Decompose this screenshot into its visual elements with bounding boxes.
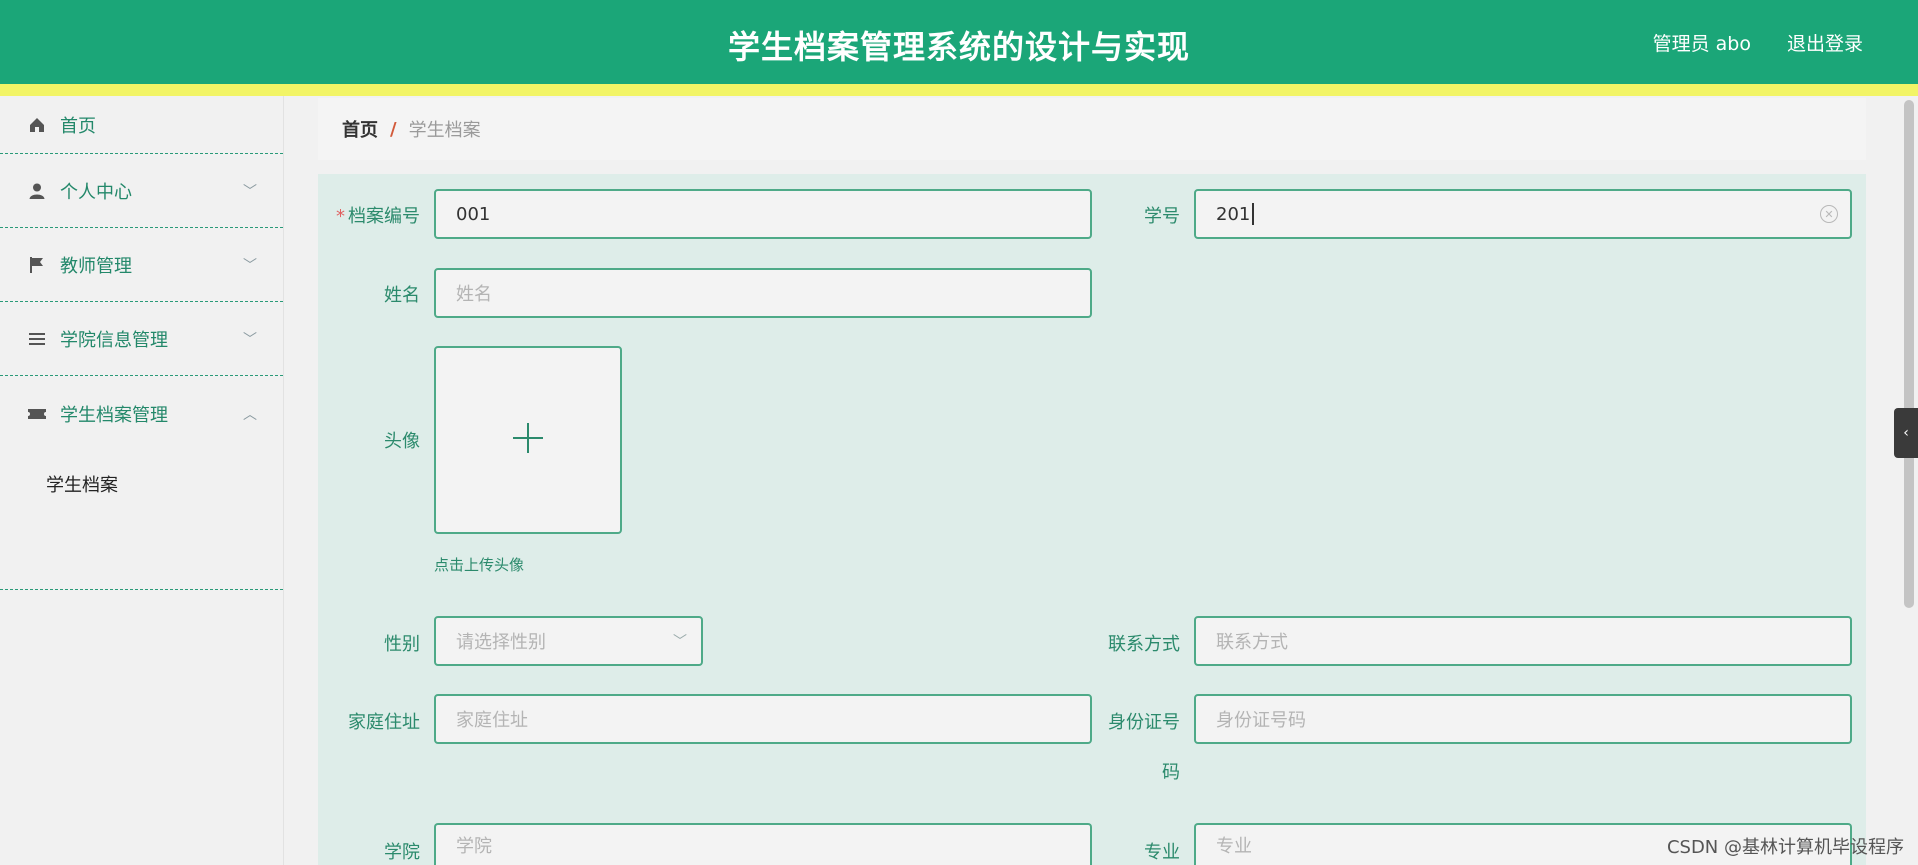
plus-icon	[511, 421, 545, 459]
address-placeholder: 家庭住址	[456, 710, 528, 731]
gender-select[interactable]: 请选择性别 ﹀	[434, 616, 703, 666]
list-icon	[26, 328, 48, 350]
college-input[interactable]: 学院	[434, 823, 1092, 865]
sidebar-item-label: 学院信息管理	[60, 329, 168, 351]
gender-label: 性别	[384, 634, 420, 655]
avatar-upload[interactable]	[434, 346, 622, 534]
panel-toggle-button[interactable]: ‹	[1894, 408, 1918, 458]
archive-no-input[interactable]: 001	[434, 189, 1092, 239]
address-label: 家庭住址	[348, 712, 420, 733]
student-no-label: 学号	[1144, 206, 1180, 227]
required-mark: *	[336, 206, 345, 227]
home-icon	[26, 114, 48, 136]
college-placeholder: 学院	[456, 836, 492, 857]
scrollbar-thumb[interactable]	[1904, 100, 1914, 608]
page-scrollbar[interactable]	[1900, 96, 1918, 865]
name-input[interactable]: 姓名	[434, 268, 1092, 318]
breadcrumb-home[interactable]: 首页	[342, 116, 378, 142]
archive-no-label-text: 档案编号	[348, 206, 420, 227]
current-user-label: 管理员 abo	[1652, 33, 1751, 55]
sidebar-item-home[interactable]: 首页	[0, 96, 283, 154]
ticket-icon	[26, 403, 48, 425]
name-placeholder: 姓名	[456, 284, 492, 305]
student-no-input[interactable]: 201 ✕	[1194, 189, 1852, 239]
chevron-down-icon: ﹀	[243, 183, 257, 200]
header-stripe	[0, 84, 1918, 96]
flag-icon	[26, 254, 48, 276]
id-card-input[interactable]: 身份证号码	[1194, 694, 1852, 744]
id-card-placeholder: 身份证号码	[1216, 710, 1306, 731]
archive-no-value: 001	[456, 203, 491, 225]
archive-no-label: * 档案编号	[310, 202, 420, 228]
breadcrumb-current: 学生档案	[408, 120, 481, 141]
name-label: 姓名	[384, 285, 420, 306]
student-no-value: 201	[1216, 203, 1251, 225]
id-card-label-wrap: 码	[1162, 762, 1180, 783]
major-label: 专业	[1144, 842, 1180, 863]
gender-placeholder: 请选择性别	[456, 632, 546, 653]
id-card-label: 身份证号	[1108, 712, 1180, 733]
sidebar-subitem-student-archive[interactable]: 学生档案	[0, 452, 283, 516]
top-header: 学生档案管理系统的设计与实现 管理员 abo 退出登录	[0, 0, 1918, 84]
address-input[interactable]: 家庭住址	[434, 694, 1092, 744]
text-cursor-icon	[1252, 203, 1255, 225]
app-title: 学生档案管理系统的设计与实现	[727, 28, 1190, 66]
sidebar-item-teachers[interactable]: 教师管理 ﹀	[0, 228, 283, 302]
sidebar: 首页 个人中心 ﹀ 教师管理 ﹀ 学院信息管理 ﹀ 学生档案管理 ︿ 学生档案	[0, 96, 284, 865]
major-placeholder: 专业	[1216, 836, 1252, 857]
watermark: CSDN @基林计算机毕设程序	[1666, 837, 1904, 858]
sidebar-item-label: 个人中心	[60, 181, 132, 203]
chevron-down-icon: ﹀	[673, 634, 687, 650]
logout-button[interactable]: 退出登录	[1787, 29, 1863, 56]
chevron-down-icon: ﹀	[243, 331, 257, 348]
chevron-down-icon: ﹀	[243, 257, 257, 274]
breadcrumb-separator: /	[390, 118, 397, 140]
sidebar-item-label: 首页	[60, 115, 96, 137]
breadcrumb: 首页 / 学生档案	[318, 98, 1866, 160]
sidebar-item-profile[interactable]: 个人中心 ﹀	[0, 154, 283, 228]
sidebar-item-student-archives[interactable]: 学生档案管理 ︿	[0, 376, 283, 452]
clear-icon[interactable]: ✕	[1820, 205, 1838, 223]
user-icon	[26, 180, 48, 202]
chevron-up-icon: ︿	[243, 407, 257, 423]
sidebar-item-college-info[interactable]: 学院信息管理 ﹀	[0, 302, 283, 376]
contact-placeholder: 联系方式	[1216, 632, 1288, 653]
avatar-upload-hint: 点击上传头像	[434, 556, 525, 574]
submenu: 学生档案	[0, 452, 283, 590]
contact-input[interactable]: 联系方式	[1194, 616, 1852, 666]
avatar-label: 头像	[384, 431, 420, 452]
sidebar-item-label: 教师管理	[60, 255, 132, 277]
sidebar-item-label: 学生档案管理	[60, 405, 168, 426]
college-label: 学院	[384, 842, 420, 863]
chevron-left-icon: ‹	[1903, 425, 1909, 441]
contact-label: 联系方式	[1108, 634, 1180, 655]
